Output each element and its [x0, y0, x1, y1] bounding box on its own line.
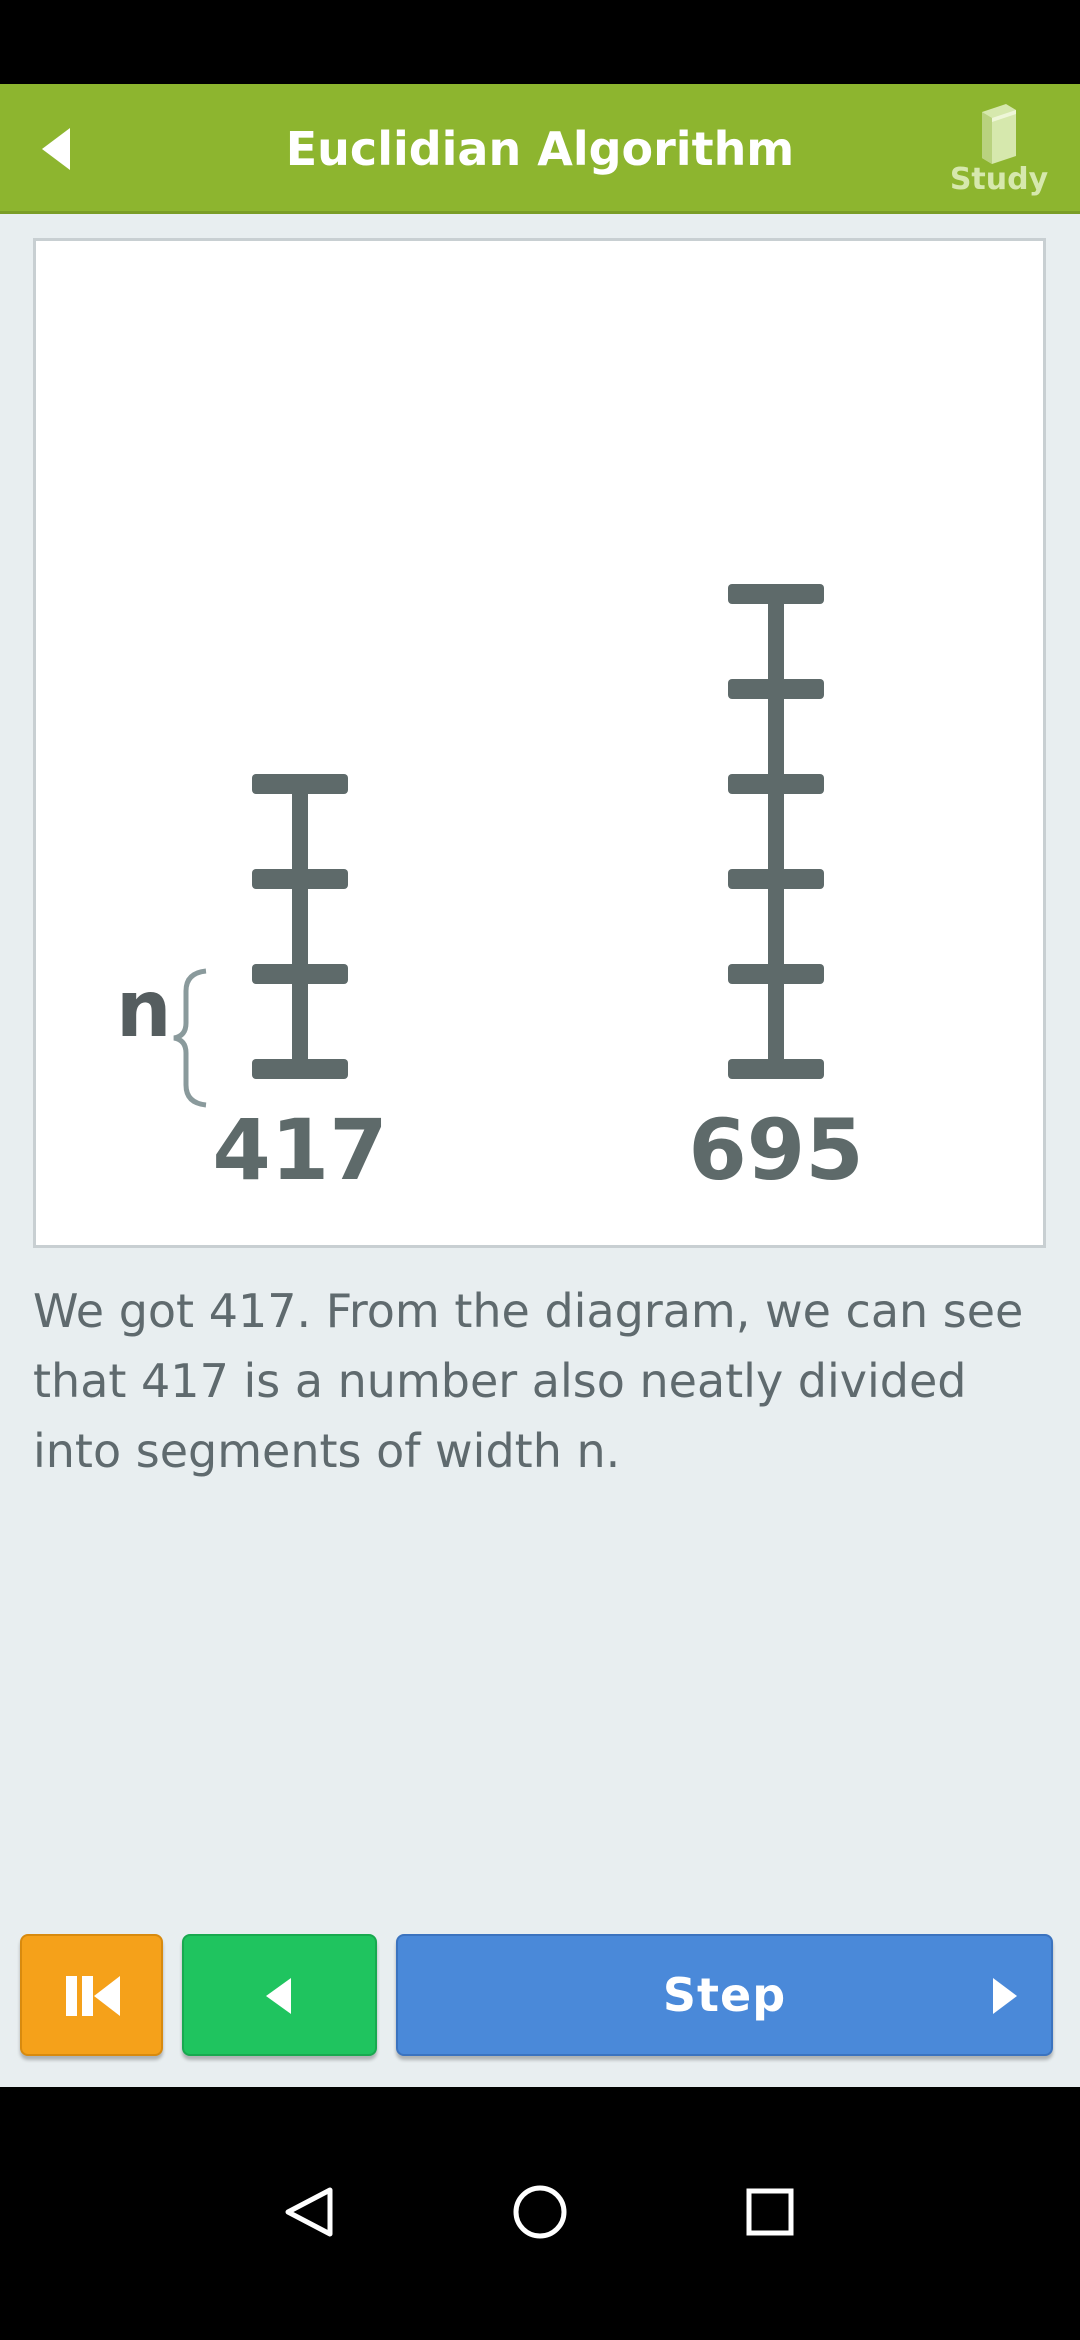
system-nav-bar	[0, 2087, 1080, 2340]
rewind-button[interactable]	[20, 1934, 163, 2056]
bar-stem	[768, 594, 784, 1069]
segment-tick	[252, 1059, 348, 1079]
explanation-text: We got 417. From the diagram, we can see…	[33, 1284, 1024, 1478]
segment-tick	[728, 679, 824, 699]
segment-tick	[252, 869, 348, 889]
segment-tick	[728, 584, 824, 604]
bar-417	[252, 774, 348, 1079]
nav-home-icon[interactable]	[500, 2172, 580, 2252]
rewind-icon	[66, 1976, 120, 2016]
value-label-417: 417	[212, 1101, 387, 1199]
page-title: Euclidian Algorithm	[285, 122, 795, 176]
app-bar: Euclidian Algorithm Study	[0, 84, 1080, 214]
bar-stem	[292, 784, 308, 1069]
segment-tick	[728, 964, 824, 984]
euclid-diagram: n 417 695	[116, 584, 864, 1199]
study-label: Study	[949, 162, 1049, 197]
segment-tick	[252, 964, 348, 984]
segment-tick	[252, 774, 348, 794]
nav-back-icon[interactable]	[268, 2172, 348, 2252]
step-label: Step	[662, 1968, 787, 2022]
segment-tick	[728, 774, 824, 794]
prev-arrow-icon	[266, 1978, 291, 2014]
diagram-panel: n 417 695	[33, 238, 1046, 1248]
previous-button[interactable]	[182, 1934, 377, 2056]
content-area: n 417 695 We got 417. From the diagram, …	[0, 214, 1080, 2087]
nav-recents-icon[interactable]	[730, 2172, 810, 2252]
segment-tick	[728, 1059, 824, 1079]
step-button[interactable]: Step	[396, 1934, 1053, 2056]
value-label-695: 695	[688, 1101, 863, 1199]
bar-695	[728, 584, 824, 1079]
segment-label: n	[116, 965, 172, 1055]
status-bar	[0, 0, 1080, 84]
brace-icon	[173, 968, 207, 1108]
book-icon	[982, 104, 1016, 164]
next-arrow-icon	[993, 1978, 1017, 2014]
study-button[interactable]: Study	[944, 100, 1054, 205]
segment-tick	[728, 869, 824, 889]
